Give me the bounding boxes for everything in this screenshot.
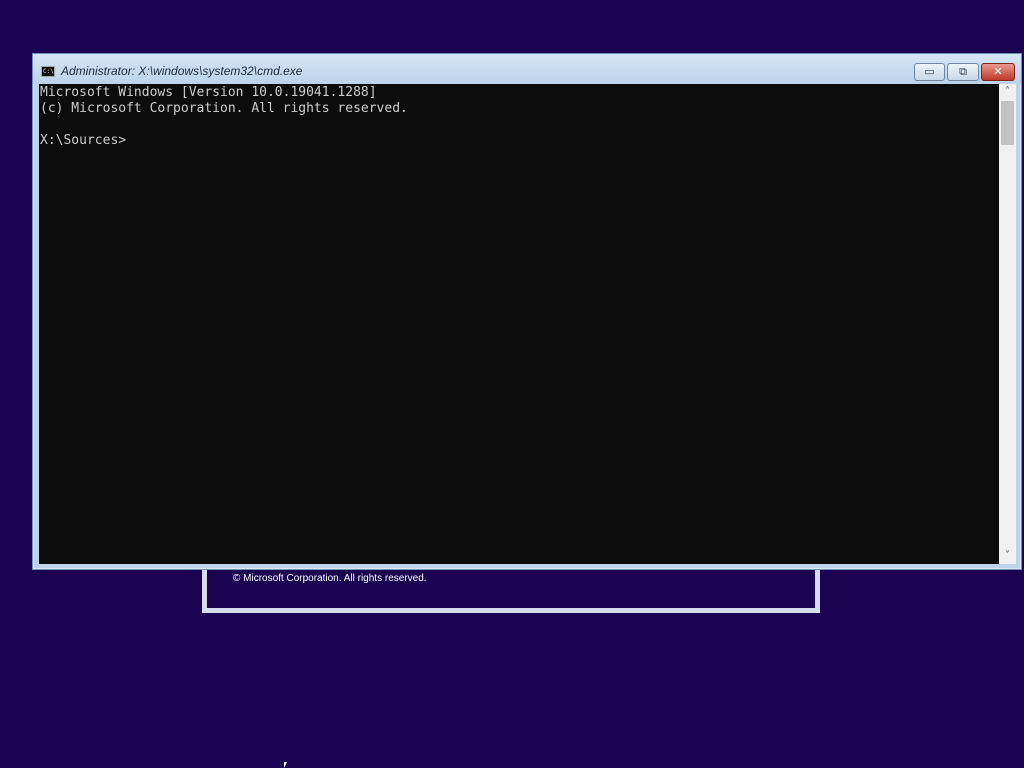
maximize-button[interactable]: ⧉ (947, 63, 979, 81)
console-output[interactable]: Microsoft Windows [Version 10.0.19041.12… (39, 84, 999, 564)
title-bar[interactable]: C:\ Administrator: X:\windows\system32\c… (33, 54, 1021, 84)
close-button[interactable]: ✕ (981, 63, 1015, 81)
console-prompt[interactable]: X:\Sources> (40, 133, 999, 149)
console-line: (c) Microsoft Corporation. All rights re… (40, 101, 408, 116)
cmd-icon: C:\ (41, 66, 55, 77)
scroll-up-icon[interactable]: ˄ (999, 84, 1016, 100)
setup-copyright-text: © Microsoft Corporation. All rights rese… (233, 573, 427, 584)
minimize-button[interactable]: ▭ (914, 63, 945, 81)
desktop-background: © Microsoft Corporation. All rights rese… (0, 0, 1024, 768)
console-line: Microsoft Windows [Version 10.0.19041.12… (40, 85, 377, 100)
command-prompt-window[interactable]: C:\ Administrator: X:\windows\system32\c… (32, 53, 1022, 570)
mouse-cursor-icon (284, 762, 287, 768)
scroll-thumb[interactable] (1001, 101, 1014, 145)
window-title: Administrator: X:\windows\system32\cmd.e… (61, 64, 303, 78)
vertical-scrollbar[interactable]: ˄ ˅ (999, 84, 1016, 564)
console-text: Microsoft Windows [Version 10.0.19041.12… (39, 84, 999, 149)
scroll-down-icon[interactable]: ˅ (999, 548, 1016, 564)
